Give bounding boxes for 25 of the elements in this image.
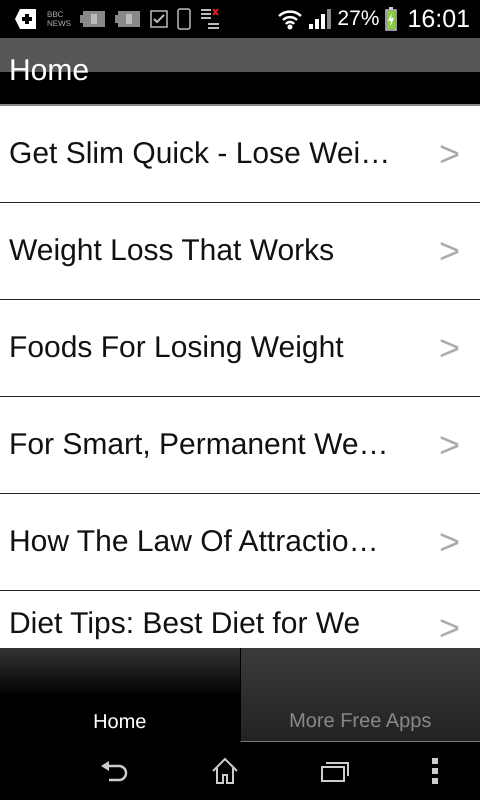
article-item[interactable]: How The Law Of Attractio… > <box>0 494 480 591</box>
menu-icon[interactable] <box>431 758 439 784</box>
home-icon[interactable] <box>211 757 239 785</box>
article-item[interactable]: Get Slim Quick - Lose Wei… > <box>0 106 480 203</box>
back-icon[interactable] <box>101 760 129 782</box>
signal-icon <box>309 9 332 29</box>
screen-title: Home <box>9 54 90 88</box>
article-item[interactable]: Weight Loss That Works > <box>0 203 480 300</box>
battery-charging-icon <box>385 7 398 31</box>
checkbox-icon <box>150 10 168 28</box>
recent-apps-icon[interactable] <box>321 760 349 782</box>
news-logo-text: NEWS <box>47 19 71 28</box>
article-item[interactable]: Diet Tips: Best Diet for We > <box>0 591 480 648</box>
wifi-icon <box>277 8 304 30</box>
article-item[interactable]: Foods For Losing Weight > <box>0 300 480 397</box>
info-battery-icon <box>80 10 106 28</box>
medical-cross-icon <box>14 7 38 31</box>
tab[interactable]: More Free Apps <box>240 648 480 742</box>
list-icon <box>200 8 220 30</box>
info-battery-icon <box>115 10 141 28</box>
phone-icon <box>177 8 191 30</box>
battery-percent: 27% <box>337 7 380 31</box>
clock: 16:01 <box>407 4 470 34</box>
news-logo-text: BBC <box>47 10 64 19</box>
article-item[interactable]: For Smart, Permanent We… > <box>0 397 480 494</box>
